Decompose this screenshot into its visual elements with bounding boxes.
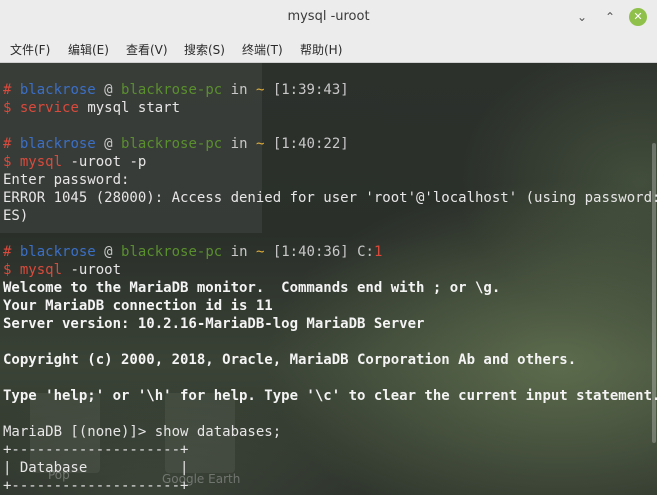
table-header: | Database | <box>3 460 189 476</box>
error-line: ES) <box>3 208 29 224</box>
exit-code-label: C: <box>357 244 374 260</box>
close-icon[interactable]: ✕ <box>629 8 647 26</box>
menu-terminal[interactable]: 终端(T) <box>242 41 283 58</box>
prompt-dir: ~ <box>255 244 265 260</box>
output-line: Welcome to the MariaDB monitor. Commands… <box>3 280 501 296</box>
command-name: mysql <box>19 154 63 170</box>
prompt-at: @ <box>104 136 113 152</box>
prompt-at: @ <box>104 244 113 260</box>
prompt-line: # blackrose @ blackrose-pc in ~ [1:40:22… <box>3 135 349 153</box>
output-line: Your MariaDB connection id is 11 <box>3 298 273 314</box>
dollar-symbol: $ <box>3 154 12 170</box>
maximize-icon[interactable]: ⌃ <box>601 8 619 26</box>
terminal-output[interactable]: Pop Google Earth # blackrose @ blackrose… <box>0 63 657 495</box>
prompt-time: [1:40:22] <box>272 136 349 152</box>
output-line: Type 'help;' or '\h' for help. Type '\c'… <box>3 388 657 404</box>
prompt-host: blackrose-pc <box>121 244 223 260</box>
prompt-dir: ~ <box>255 136 265 152</box>
command-args: mysql start <box>87 100 181 116</box>
hash-symbol: # <box>3 244 12 260</box>
command-line: $ mysql -uroot -p <box>3 153 146 171</box>
output-line: Enter password: <box>3 172 130 188</box>
prompt-user: blackrose <box>19 82 96 98</box>
mariadb-prompt-line: MariaDB [(none)]> show databases; <box>3 424 282 440</box>
menu-search[interactable]: 搜索(S) <box>184 41 225 58</box>
prompt-in: in <box>230 82 248 98</box>
prompt-host: blackrose-pc <box>121 136 223 152</box>
command-line: $ service mysql start <box>3 99 180 117</box>
title-bar: mysql -uroot ⌄ ⌃ ✕ <box>0 0 657 37</box>
prompt-in: in <box>230 244 248 260</box>
error-line: ERROR 1045 (28000): Access denied for us… <box>3 190 657 206</box>
dollar-symbol: $ <box>3 100 12 116</box>
command-args: -uroot <box>70 262 122 278</box>
prompt-line: # blackrose @ blackrose-pc in ~ [1:39:43… <box>3 81 349 99</box>
hash-symbol: # <box>3 136 12 152</box>
prompt-time: [1:39:43] <box>272 82 349 98</box>
menu-help[interactable]: 帮助(H) <box>300 41 342 58</box>
prompt-dir: ~ <box>255 82 265 98</box>
table-border: +--------------------+ <box>3 442 189 458</box>
window-title: mysql -uroot <box>287 9 370 24</box>
prompt-in: in <box>230 136 248 152</box>
prompt-line: # blackrose @ blackrose-pc in ~ [1:40:36… <box>3 243 382 261</box>
output-line: Server version: 10.2.16-MariaDB-log Mari… <box>3 316 425 332</box>
table-border: +--------------------+ <box>3 478 189 494</box>
menu-bar: 文件(F) 编辑(E) 查看(V) 搜索(S) 终端(T) 帮助(H) <box>0 36 657 63</box>
prompt-at: @ <box>104 82 113 98</box>
command-name: mysql <box>19 262 63 278</box>
menu-edit[interactable]: 编辑(E) <box>68 41 109 58</box>
menu-view[interactable]: 查看(V) <box>126 41 168 58</box>
output-line: Copyright (c) 2000, 2018, Oracle, MariaD… <box>3 352 577 368</box>
prompt-user: blackrose <box>19 136 96 152</box>
prompt-time: [1:40:36] <box>272 244 349 260</box>
exit-code-value: 1 <box>373 244 383 260</box>
command-line: $ mysql -uroot <box>3 261 121 279</box>
menu-file[interactable]: 文件(F) <box>10 41 50 58</box>
command-name: service <box>19 100 79 116</box>
minimize-icon[interactable]: ⌄ <box>573 8 591 26</box>
prompt-host: blackrose-pc <box>121 82 223 98</box>
hash-symbol: # <box>3 82 12 98</box>
command-args: -uroot -p <box>70 154 147 170</box>
dollar-symbol: $ <box>3 262 12 278</box>
prompt-user: blackrose <box>19 244 96 260</box>
